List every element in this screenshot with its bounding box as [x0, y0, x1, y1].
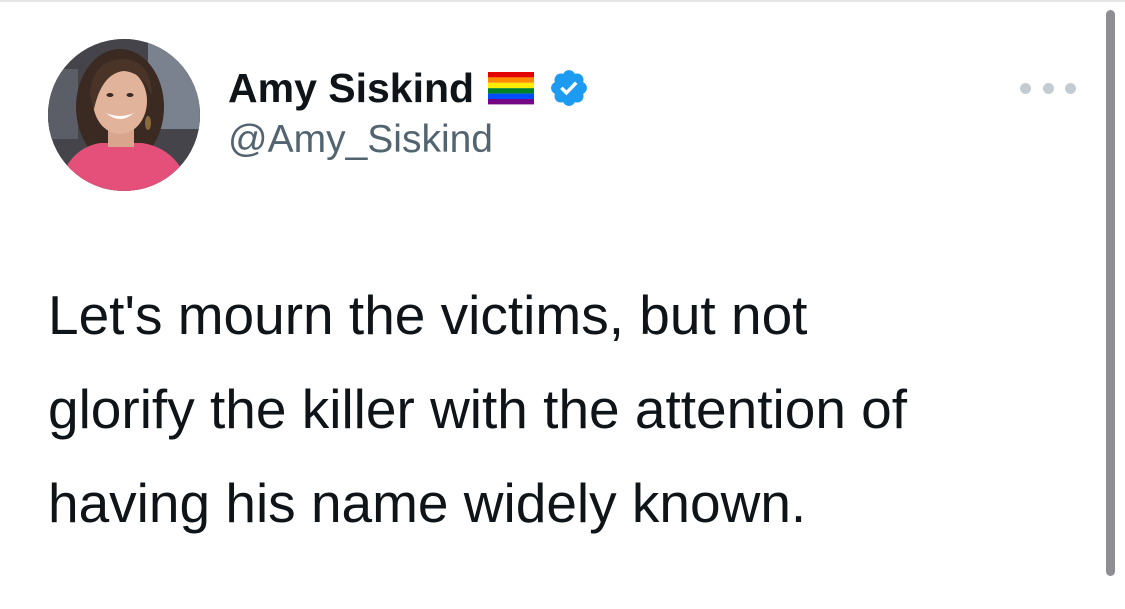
display-name[interactable]: Amy Siskind	[228, 65, 474, 112]
tweet-card: Amy Siskind @Amy_Siskind Let's mourn the…	[0, 0, 1125, 609]
author-info: Amy Siskind @Amy_Siskind	[228, 62, 590, 162]
more-dot	[1065, 82, 1076, 94]
avatar-image	[48, 39, 200, 191]
more-options-icon[interactable]	[1020, 74, 1076, 102]
scrollbar[interactable]	[1106, 10, 1115, 576]
rainbow-flag-icon	[488, 68, 535, 108]
more-dot	[1042, 82, 1054, 94]
avatar[interactable]	[48, 39, 200, 191]
author-handle[interactable]: @Amy_Siskind	[228, 118, 590, 162]
verified-badge-icon	[548, 67, 590, 109]
author-name-row: Amy Siskind	[228, 62, 590, 114]
more-dot	[1020, 82, 1031, 94]
tweet-text: Let's mourn the victims, but not glorify…	[48, 284, 908, 534]
